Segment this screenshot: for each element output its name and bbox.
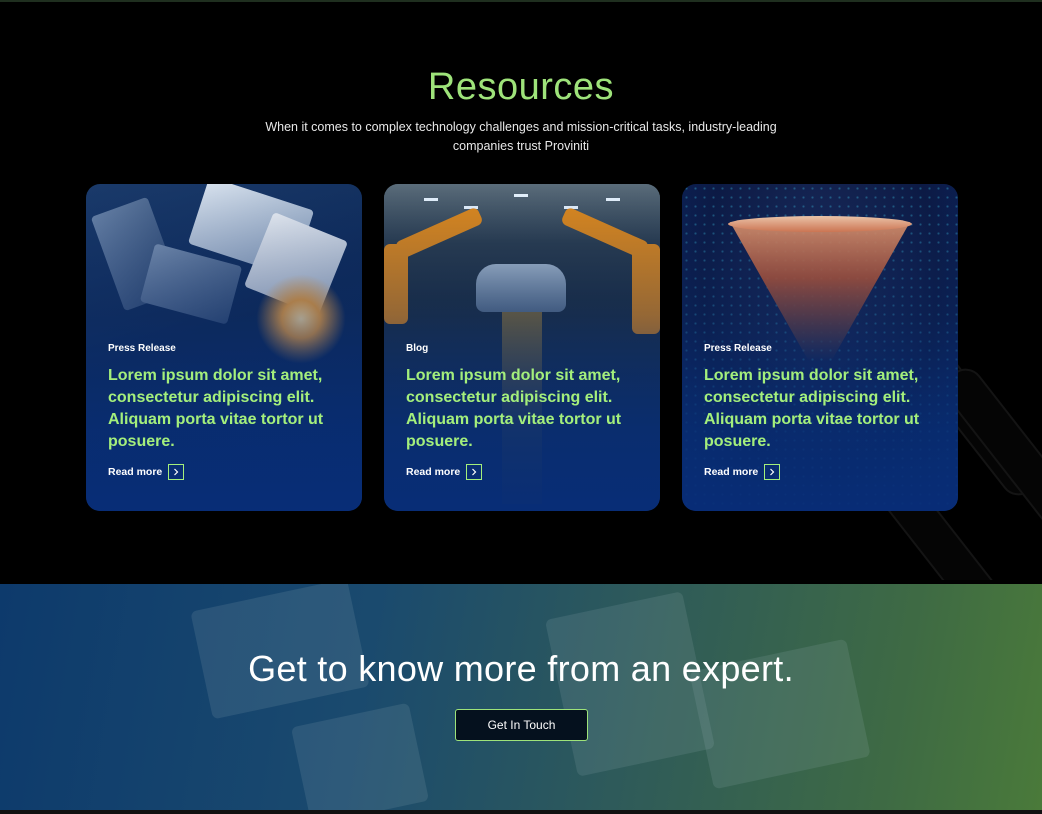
cta-title: Get to know more from an expert. [248,648,794,689]
read-more-label: Read more [108,466,163,478]
read-more-label: Read more [704,466,759,478]
card-title: Lorem ipsum dolor sit amet, consectetur … [406,367,622,450]
resources-section: Resources When it comes to complex techn… [0,0,1042,584]
read-more-link[interactable]: Read more [704,464,781,480]
cta-section: Get to know more from an expert. Get In … [0,584,1042,810]
card-title: Lorem ipsum dolor sit amet, consectetur … [108,367,324,450]
resource-card-3[interactable]: Press Release Lorem ipsum dolor sit amet… [682,184,958,511]
resource-card-1[interactable]: Press Release Lorem ipsum dolor sit amet… [86,184,362,511]
card-tag: Press Release [704,343,772,354]
card-title: Lorem ipsum dolor sit amet, consectetur … [704,367,920,450]
read-more-link[interactable]: Read more [108,464,185,480]
resource-card-2[interactable]: Blog Lorem ipsum dolor sit amet, consect… [384,184,660,511]
chevron-right-icon[interactable] [466,464,483,480]
resources-subtitle: When it comes to complex technology chal… [265,120,777,153]
bottom-divider [0,810,1042,814]
card-tag: Blog [406,343,429,354]
resources-title: Resources [427,66,615,108]
card-tag: Press Release [108,343,176,354]
chevron-right-icon[interactable] [168,464,185,480]
chevron-right-icon[interactable] [764,464,781,480]
get-in-touch-button[interactable]: Get In Touch [455,709,588,741]
read-more-label: Read more [406,466,461,478]
read-more-link[interactable]: Read more [406,464,483,480]
